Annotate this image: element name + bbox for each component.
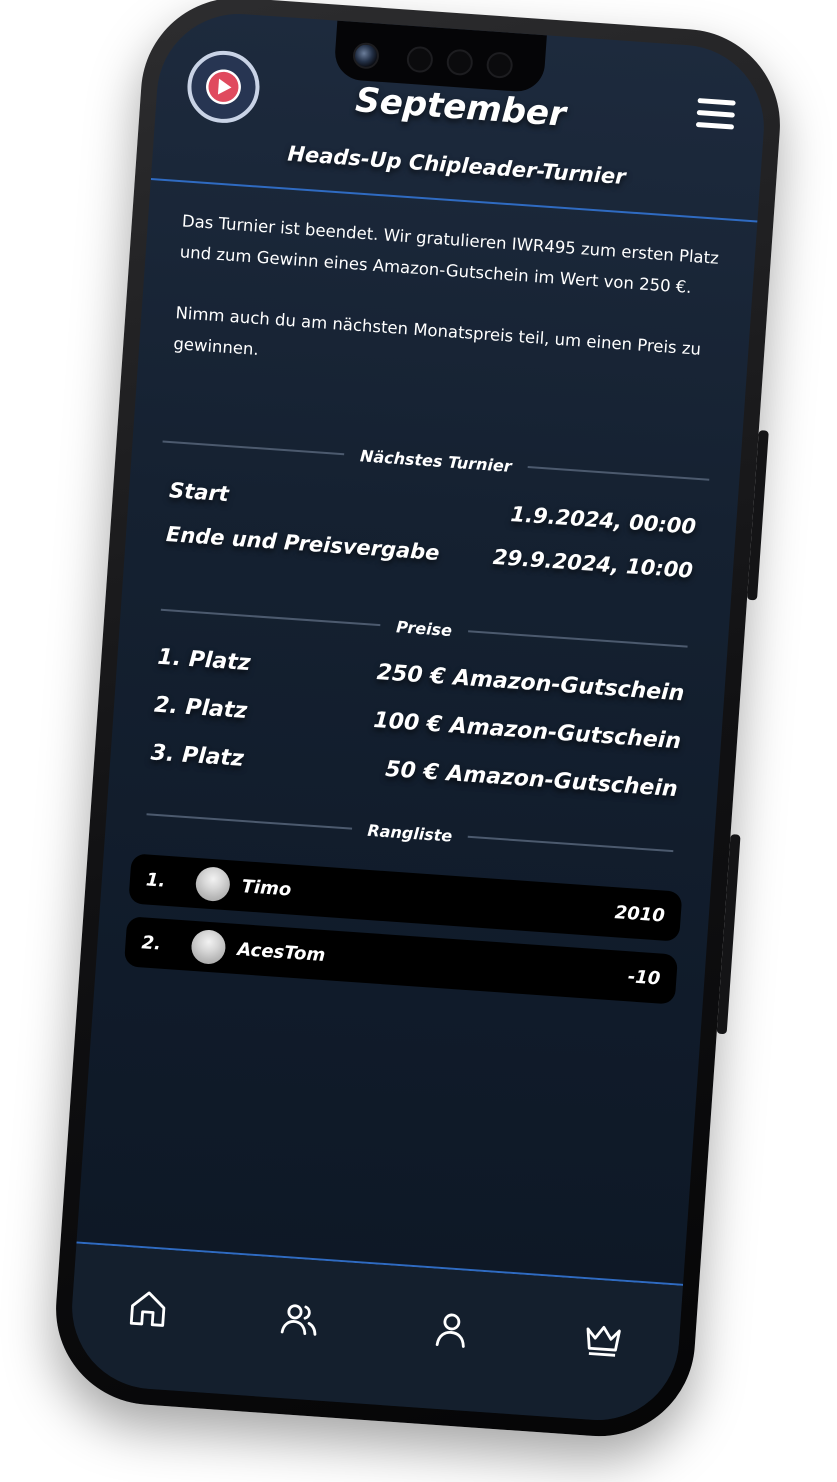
rank-number: 2. [140,931,162,955]
prize-row: 1. Platz 250 € Amazon-Gutschein [157,645,685,707]
tab-profile[interactable] [426,1304,477,1355]
separator-line [146,813,352,830]
friends-icon [280,1304,317,1336]
separator-line [160,608,381,627]
player-score: -10 [627,965,662,990]
camera-lens-icon [352,41,380,70]
intro-paragraph-1: Das Turnier ist beendet. Wir gratulieren… [179,211,720,298]
prize-place: 3. Platz [149,740,245,772]
avatar [194,865,231,903]
intro-text: Das Turnier ist beendet. Wir gratulieren… [170,205,726,426]
start-label: Start [168,478,230,507]
prize-place: 2. Platz [153,692,248,725]
crown-icon [586,1325,621,1357]
app-screen: September Heads-Up Chipleader-Turnier Da… [66,8,770,1426]
player-name: AcesTom [236,938,326,966]
sensor-icon [445,48,474,77]
avatar [190,928,227,966]
section-label: Preise [395,616,453,640]
profile-icon [435,1313,465,1348]
separator-line [468,835,674,853]
player-score: 2010 [614,901,666,927]
end-label: Ende und Preisvergabe [165,522,441,566]
separator-line [467,630,688,648]
rank-number: 1. [145,868,167,892]
prize-row: 2. Platz 100 € Amazon-Gutschein [153,693,681,755]
tab-home[interactable] [122,1283,173,1334]
sensor-icon [405,45,434,74]
separator-line [162,440,345,456]
tab-leaderboard[interactable] [577,1315,628,1366]
intro-paragraph-2: Nimm auch du am nächsten Monatspreis tei… [172,303,702,359]
end-value: 29.9.2024, 10:00 [492,544,694,583]
prize-place: 1. Platz [156,644,252,677]
separator-line [527,466,710,481]
player-name: Timo [241,875,292,901]
prize-value: 50 € Amazon-Gutschein [384,756,679,803]
sensor-icon [485,51,514,79]
phone-mockup: September Heads-Up Chipleader-Turnier Da… [49,0,787,1443]
tab-friends[interactable] [274,1294,325,1345]
prize-row: 3. Platz 50 € Amazon-Gutschein [150,740,678,802]
start-value: 1.9.2024, 00:00 [509,501,697,539]
home-icon [129,1291,166,1327]
section-label: Rangliste [366,820,453,846]
prize-value: 100 € Amazon-Gutschein [372,707,682,755]
section-label: Nächstes Turnier [359,445,513,476]
prize-value: 250 € Amazon-Gutschein [375,660,686,707]
section-leaderboard: Rangliste [146,802,674,863]
